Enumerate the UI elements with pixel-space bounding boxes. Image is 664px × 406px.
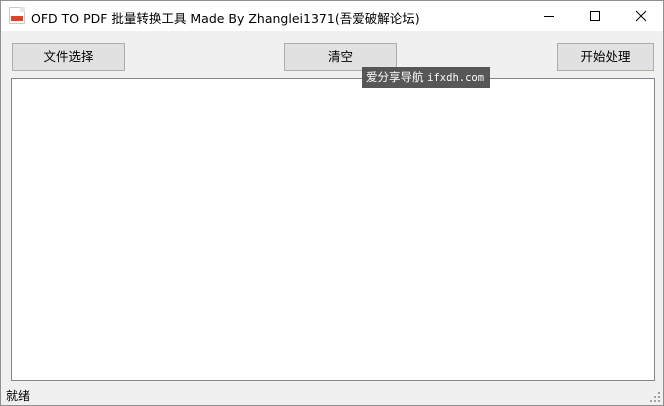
- status-text: 就绪: [6, 389, 31, 403]
- start-processing-button[interactable]: 开始处理: [557, 43, 654, 71]
- watermark-overlay: 爱分享导航 ifxdh.com: [362, 67, 490, 88]
- title-bar[interactable]: OFD TO PDF 批量转换工具 Made By Zhanglei1371(吾…: [1, 1, 663, 31]
- resize-grip-icon[interactable]: [649, 391, 661, 403]
- maximize-button[interactable]: [572, 1, 618, 31]
- watermark-site-domain: ifxdh.com: [427, 72, 485, 84]
- close-button[interactable]: [618, 1, 663, 31]
- file-list[interactable]: [11, 78, 655, 381]
- maximize-icon: [590, 11, 600, 21]
- status-bar: 就绪: [1, 384, 663, 405]
- close-icon: [635, 10, 647, 22]
- window-title: OFD TO PDF 批量转换工具 Made By Zhanglei1371(吾…: [31, 11, 420, 26]
- minimize-icon: [544, 16, 554, 17]
- file-select-button[interactable]: 文件选择: [12, 43, 125, 71]
- app-window: OFD TO PDF 批量转换工具 Made By Zhanglei1371(吾…: [0, 0, 664, 406]
- pdf-file-icon: [9, 7, 25, 24]
- watermark-site-name: 爱分享导航: [366, 70, 424, 84]
- minimize-button[interactable]: [526, 1, 572, 31]
